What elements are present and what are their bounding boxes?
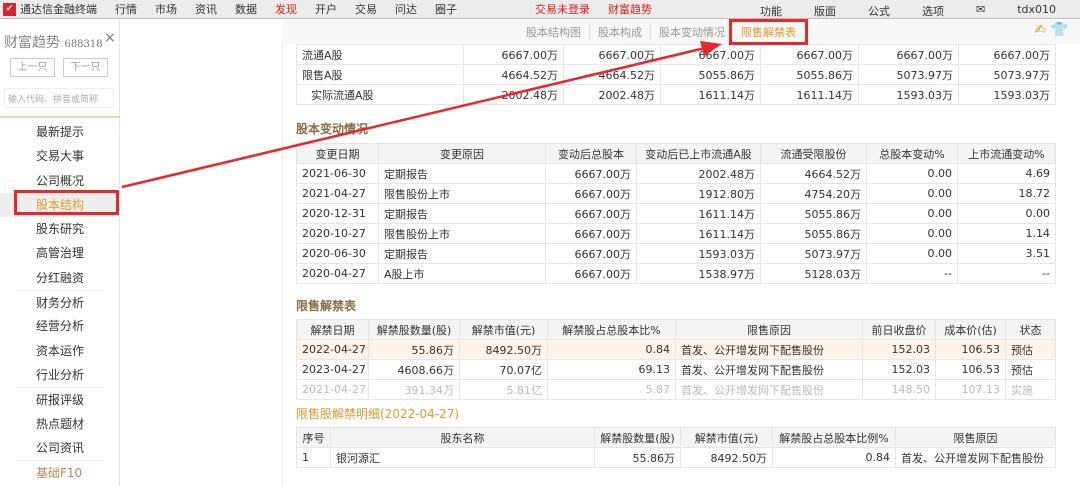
annotation-arrow: [121, 41, 722, 189]
